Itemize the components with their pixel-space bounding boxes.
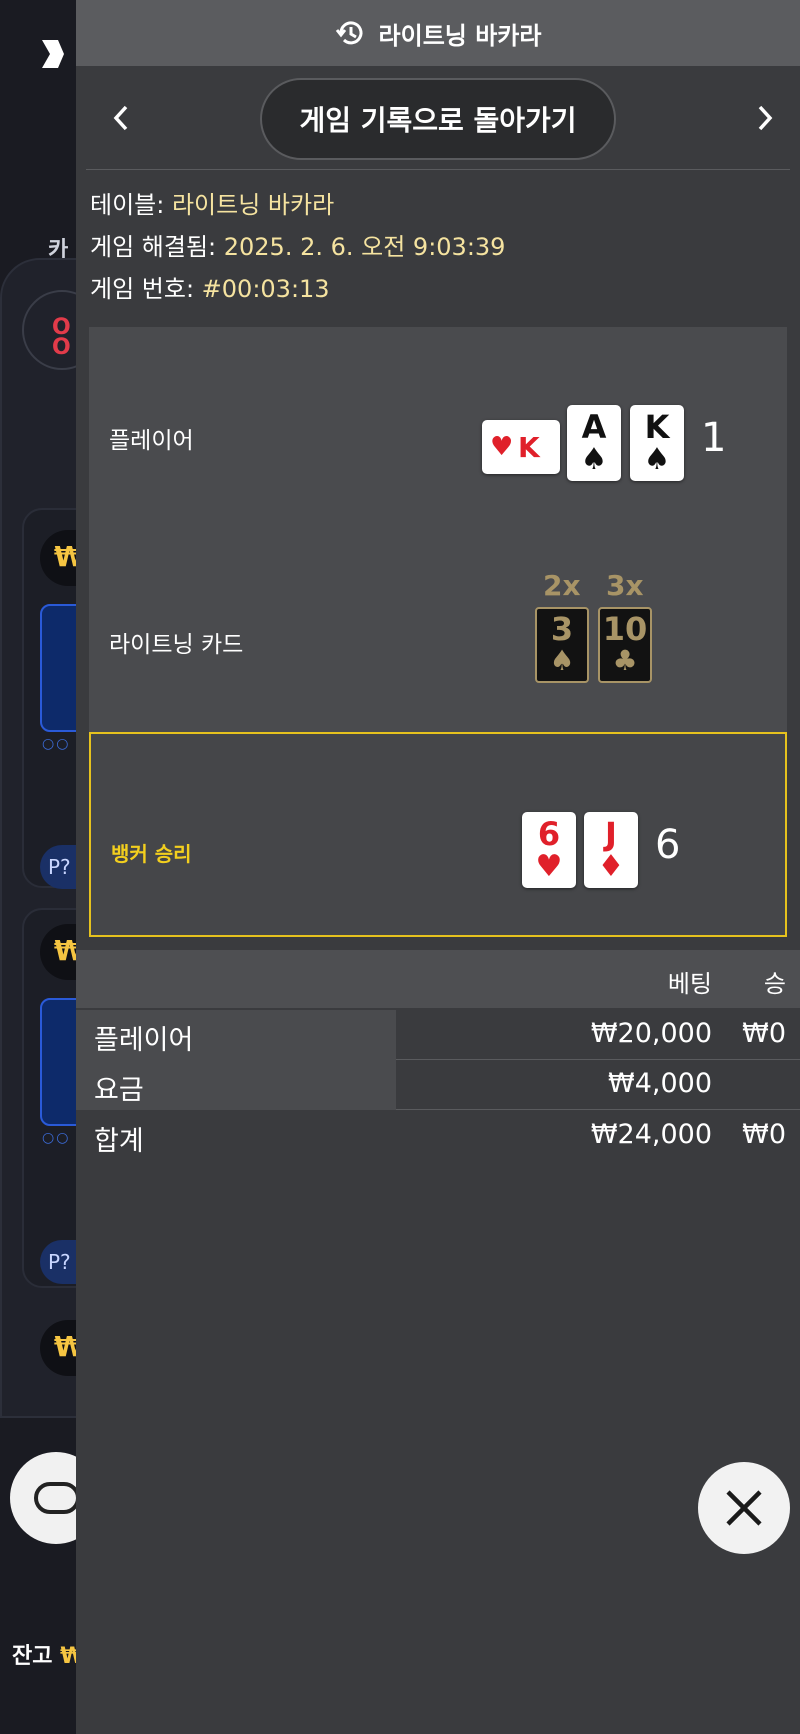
bet-row-label: 플레이어: [76, 1010, 396, 1060]
bet-row-player: 플레이어 ₩20,000 ₩0: [76, 1010, 800, 1060]
card-rank: 10: [602, 610, 648, 648]
bet-row-amount: ₩4,000: [608, 1068, 712, 1099]
chevron-left-icon: [113, 105, 128, 131]
card-suit: ♥: [535, 849, 563, 884]
card-suit: ♥: [490, 432, 514, 462]
lightning-card-1: 3 ♠: [535, 607, 589, 683]
back-to-history-button[interactable]: 게임 기록으로 돌아가기: [260, 78, 616, 160]
background-roadmap-dots: ○○: [42, 736, 71, 752]
lightning-multiplier-1: 2x: [543, 569, 581, 602]
lightning-cards-label: 라이트닝 카드: [109, 632, 244, 658]
player-score: 1: [701, 415, 727, 461]
resolved-value: 2025. 2. 6. 오전 9:03:39: [223, 233, 506, 261]
app-logo-icon: [42, 40, 64, 68]
lightning-card-2: 10 ♣: [598, 607, 652, 683]
bets-header: 베팅 승: [76, 950, 800, 1008]
win-column-header: 승: [763, 970, 786, 998]
card-rank: K: [518, 431, 540, 464]
bet-row-fee: 요금 ₩4,000: [76, 1060, 800, 1110]
bet-row-amount: ₩20,000: [590, 1018, 712, 1049]
game-number-info: 게임 번호: #00:03:13: [90, 268, 786, 310]
history-nav: 게임 기록으로 돌아가기: [86, 66, 790, 170]
card-suit: ♠: [643, 442, 671, 477]
card-rank: 6: [537, 815, 561, 853]
panel-title: 라이트닝 바카라: [378, 21, 542, 50]
bet-row-win: ₩0: [742, 1119, 786, 1150]
card-rank: K: [644, 408, 670, 446]
banker-score: 6: [655, 822, 681, 868]
panel-header: 라이트닝 바카라: [76, 0, 800, 66]
game-number-value: #00:03:13: [201, 275, 330, 303]
banker-win-label: 뱅커 승리: [111, 842, 192, 866]
background-roadmap-marks: OO: [52, 315, 71, 360]
banker-card-1: 6 ♥: [522, 812, 576, 888]
bet-column-header: 베팅: [667, 970, 712, 998]
bet-row-win: ₩0: [742, 1018, 786, 1049]
game-number-label: 게임 번호:: [90, 275, 202, 303]
close-icon: [726, 1490, 762, 1526]
card-rank: 3: [550, 610, 574, 648]
bet-row-label: 요금: [76, 1060, 396, 1110]
card-suit: ♦: [597, 849, 625, 884]
player-card-1: ♥ K: [482, 420, 560, 474]
previous-game-button[interactable]: [106, 100, 136, 136]
bet-row-total: 합계 ₩24,000 ₩0: [76, 1111, 800, 1161]
lightning-multiplier-2: 3x: [606, 569, 644, 602]
card-suit: ♠: [549, 644, 575, 677]
player-label: 플레이어: [109, 428, 194, 454]
card-rank: J: [605, 815, 617, 853]
bet-row-amount: ₩24,000: [590, 1119, 712, 1150]
card-suit: ♣: [612, 644, 638, 677]
round-result: 플레이어 ♥ K A ♠ K ♠ 1 라이트닝 카드 2x 3x 3 ♠ 10 …: [89, 327, 787, 937]
table-label: 테이블:: [90, 191, 172, 219]
resolved-label: 게임 해결됨:: [90, 233, 224, 261]
player-card-3: K ♠: [630, 405, 684, 481]
banker-card-2: J ♦: [584, 812, 638, 888]
bet-row-label: 합계: [94, 1126, 144, 1157]
card-suit: ♠: [580, 442, 608, 477]
chat-bubble-icon: [34, 1482, 80, 1514]
banker-result-box: 뱅커 승리 6 ♥ J ♦ 6: [89, 732, 787, 937]
game-info: 테이블: 라이트닝 바카라 게임 해결됨: 2025. 2. 6. 오전 9:0…: [76, 170, 800, 310]
resolved-info: 게임 해결됨: 2025. 2. 6. 오전 9:03:39: [90, 226, 786, 268]
next-game-button[interactable]: [750, 100, 780, 136]
player-card-2: A ♠: [567, 405, 621, 481]
card-rank: A: [581, 408, 607, 446]
table-info: 테이블: 라이트닝 바카라: [90, 184, 786, 226]
chevron-right-icon: [758, 105, 773, 131]
close-button[interactable]: [698, 1462, 790, 1554]
table-value: 라이트닝 바카라: [171, 191, 335, 219]
history-icon: [335, 21, 363, 45]
balance-label: 잔고: [12, 1644, 61, 1669]
background-roadmap-dots: ○○: [42, 1130, 71, 1146]
